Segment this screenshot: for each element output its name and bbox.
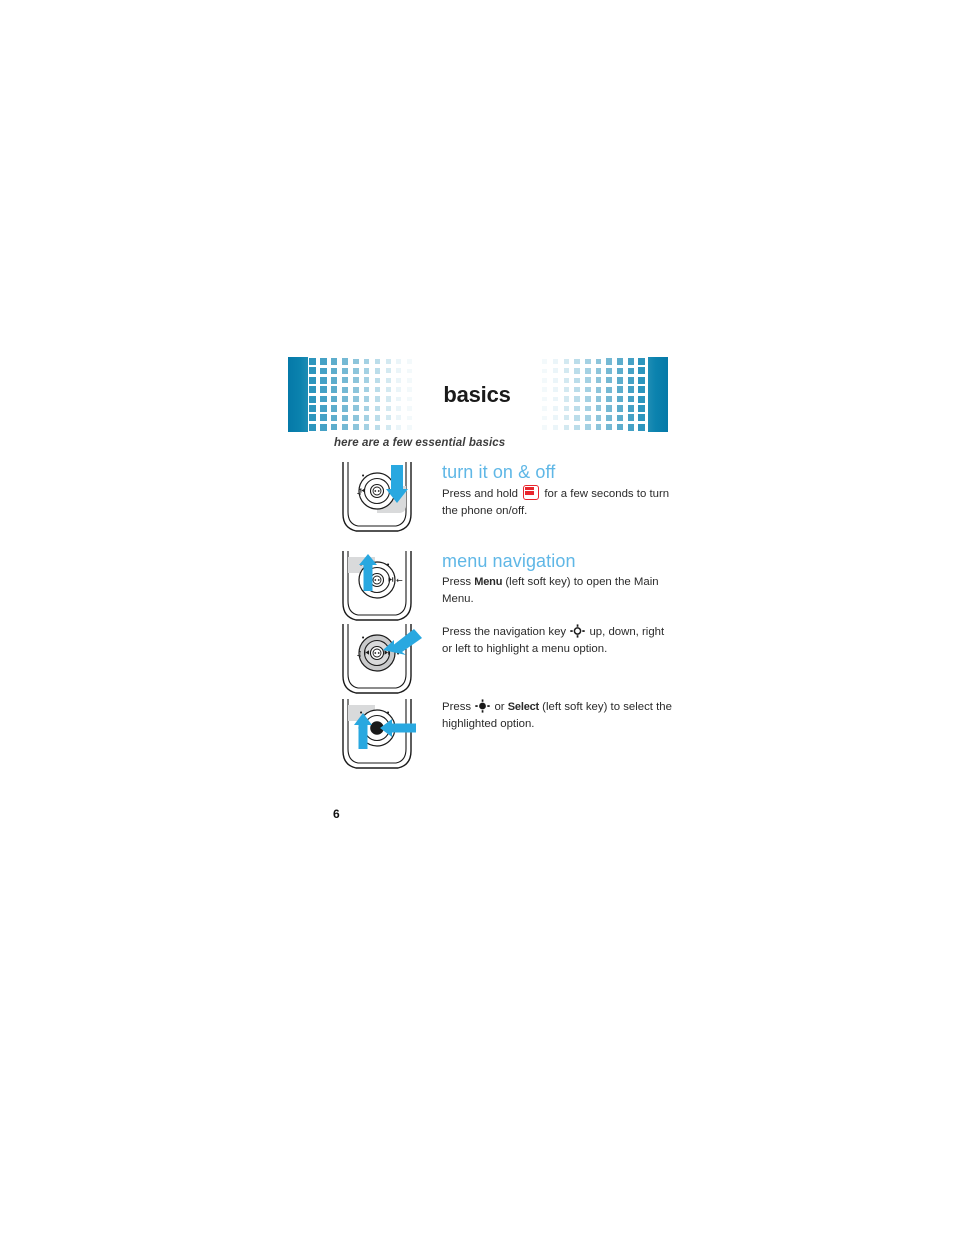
chapter-subtitle: here are a few essential basics bbox=[334, 437, 506, 449]
body-select-key: Press or Select (left soft key) to selec… bbox=[442, 699, 672, 732]
heading-menu-navigation: menu navigation bbox=[442, 551, 576, 571]
section-text-menu-navigation: menu navigation Press Menu (left soft ke… bbox=[442, 551, 672, 607]
body-navigation-key: Press the navigation key up, down, right… bbox=[442, 624, 672, 657]
body-text-pre: Press and hold bbox=[442, 488, 518, 500]
body-menu-navigation: Press Menu (left soft key) to open the M… bbox=[442, 574, 672, 607]
chapter-title: basics bbox=[288, 357, 668, 432]
pwr-end-key-icon bbox=[523, 485, 540, 500]
section-text-turn-on-off: turn it on & off Press and hold for a fe… bbox=[442, 462, 672, 519]
manual-page: basics here are a few essential basics ♫… bbox=[0, 0, 954, 1235]
phone-illustration-power: ♫ • bbox=[334, 462, 426, 534]
menu-key-label: Menu bbox=[474, 576, 503, 588]
section-text-navigation-key: Press the navigation key up, down, right… bbox=[442, 624, 672, 657]
phone-navigation-ring-arrow-icon: ♫ • • bbox=[342, 624, 422, 694]
svg-text:•: • bbox=[386, 561, 390, 569]
body-text-pre: Press bbox=[442, 576, 472, 588]
phone-illustration-select: • • bbox=[334, 699, 426, 771]
chapter-title-text: basics bbox=[429, 379, 527, 410]
phone-center-select-two-arrows-icon: • • bbox=[342, 699, 416, 769]
svg-text:•: • bbox=[361, 472, 365, 480]
svg-text:♫: ♫ bbox=[356, 650, 362, 658]
section-text-select-key: Press or Select (left soft key) to selec… bbox=[442, 699, 672, 732]
phone-left-soft-key-up-arrow-icon: • • ← bbox=[342, 551, 412, 621]
select-key-label: Select bbox=[507, 701, 539, 713]
heading-turn-it-on-off: turn it on & off bbox=[442, 462, 556, 482]
svg-text:•: • bbox=[386, 709, 390, 717]
phone-illustration-soft-key: • • ← bbox=[334, 551, 426, 623]
body-turn-it-on-off: Press and hold for a few seconds to turn… bbox=[442, 485, 672, 519]
phone-power-key-down-arrow-icon: ♫ • bbox=[342, 462, 412, 532]
svg-text:←: ← bbox=[396, 576, 403, 585]
body-text-pre: Press bbox=[442, 701, 472, 713]
page-number: 6 bbox=[333, 807, 340, 821]
select-key-icon bbox=[475, 699, 490, 713]
body-text-pre: Press the navigation key bbox=[442, 626, 567, 638]
body-text-mid: or bbox=[494, 701, 505, 713]
navigation-key-icon bbox=[570, 624, 585, 638]
phone-illustration-nav-ring: ♫ • • bbox=[334, 624, 426, 696]
svg-text:•: • bbox=[361, 634, 365, 642]
chapter-banner: basics bbox=[288, 357, 668, 432]
